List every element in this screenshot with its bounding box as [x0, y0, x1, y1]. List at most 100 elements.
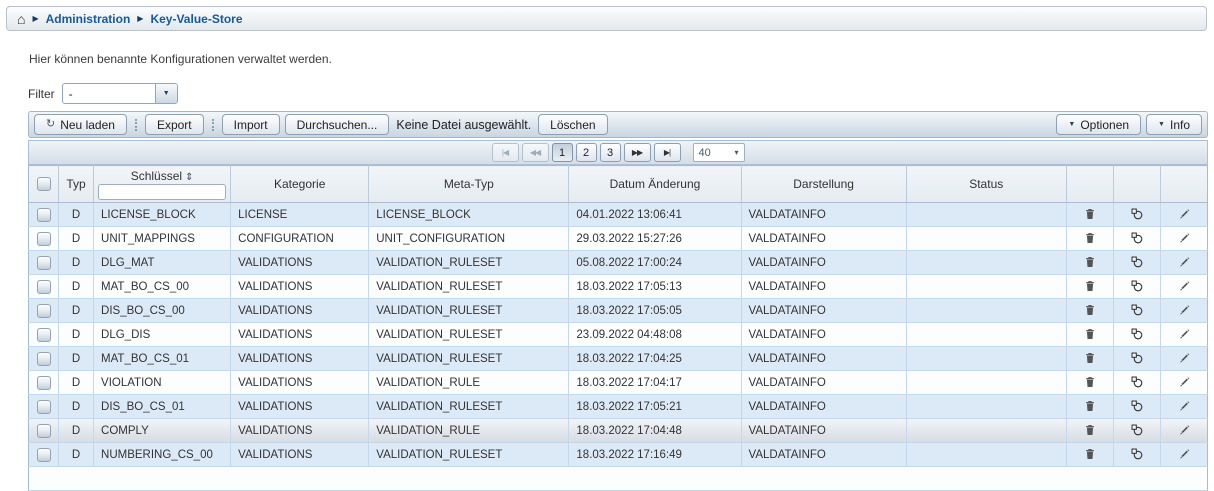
copy-icon[interactable]: [1130, 327, 1144, 341]
row-checkbox[interactable]: [37, 448, 51, 462]
row-checkbox[interactable]: [37, 304, 51, 318]
import-button[interactable]: Import: [222, 114, 280, 135]
edit-icon[interactable]: [1177, 375, 1191, 389]
edit-icon[interactable]: [1177, 447, 1191, 461]
page-button-2[interactable]: 2: [576, 143, 597, 162]
copy-icon[interactable]: [1130, 351, 1144, 365]
delete-icon[interactable]: [1083, 231, 1097, 245]
edit-action-cell: [1160, 203, 1207, 227]
breadcrumb-item-key-value-store[interactable]: Key-Value-Store: [150, 12, 242, 26]
row-checkbox[interactable]: [37, 400, 51, 414]
delete-icon[interactable]: [1083, 303, 1097, 317]
column-header-select-all: [29, 166, 59, 203]
home-icon[interactable]: ⌂: [17, 12, 25, 26]
table-row[interactable]: DCOMPLYVALIDATIONSVALIDATION_RULE18.03.2…: [29, 419, 1208, 443]
row-checkbox[interactable]: [37, 376, 51, 390]
row-checkbox[interactable]: [37, 208, 51, 222]
table-row[interactable]: DNUMBERING_CS_00VALIDATIONSVALIDATION_RU…: [29, 443, 1208, 467]
last-page-button[interactable]: ▶|: [654, 143, 681, 162]
copy-icon[interactable]: [1130, 255, 1144, 269]
export-button[interactable]: Export: [145, 114, 204, 135]
table-row[interactable]: DVIOLATIONVALIDATIONSVALIDATION_RULE18.0…: [29, 371, 1208, 395]
table-row[interactable]: DMAT_BO_CS_00VALIDATIONSVALIDATION_RULES…: [29, 275, 1208, 299]
page-button-1[interactable]: 1: [552, 143, 573, 162]
edit-icon[interactable]: [1177, 423, 1191, 437]
page-button-3[interactable]: 3: [600, 143, 621, 162]
copy-icon[interactable]: [1130, 423, 1144, 437]
reload-button[interactable]: ↻ Neu laden: [34, 114, 127, 135]
table-row[interactable]: DMAT_BO_CS_01VALIDATIONSVALIDATION_RULES…: [29, 347, 1208, 371]
copy-icon[interactable]: [1130, 231, 1144, 245]
table-row[interactable]: DDIS_BO_CS_00VALIDATIONSVALIDATION_RULES…: [29, 299, 1208, 323]
row-checkbox[interactable]: [37, 280, 51, 294]
delete-icon[interactable]: [1083, 375, 1097, 389]
delete-icon[interactable]: [1083, 399, 1097, 413]
browse-file-button[interactable]: Durchsuchen...: [285, 114, 390, 135]
delete-icon[interactable]: [1083, 447, 1097, 461]
delete-icon[interactable]: [1083, 207, 1097, 221]
edit-icon[interactable]: [1177, 279, 1191, 293]
row-checkbox[interactable]: [37, 328, 51, 342]
edit-icon[interactable]: [1177, 231, 1191, 245]
cell-typ: D: [59, 203, 94, 227]
breadcrumb-separator-icon: ▶: [137, 15, 143, 23]
delete-icon[interactable]: [1083, 279, 1097, 293]
delete-icon[interactable]: [1083, 255, 1097, 269]
copy-icon[interactable]: [1130, 303, 1144, 317]
info-menu-button[interactable]: ▼ Info: [1146, 114, 1202, 135]
table-row[interactable]: DUNIT_MAPPINGSCONFIGURATIONUNIT_CONFIGUR…: [29, 227, 1208, 251]
table-row[interactable]: DDLG_MATVALIDATIONSVALIDATION_RULESET05.…: [29, 251, 1208, 275]
edit-icon[interactable]: [1177, 303, 1191, 317]
cell-meta-typ: VALIDATION_RULE: [369, 419, 569, 443]
copy-icon[interactable]: [1130, 399, 1144, 413]
select-all-checkbox[interactable]: [37, 177, 51, 191]
cell-datum-aenderung: 23.09.2022 04:48:08: [569, 323, 741, 347]
delete-button[interactable]: Löschen: [538, 114, 607, 135]
row-checkbox[interactable]: [37, 352, 51, 366]
delete-action-cell: [1066, 251, 1113, 275]
edit-icon[interactable]: [1177, 255, 1191, 269]
copy-icon[interactable]: [1130, 207, 1144, 221]
cell-typ: D: [59, 443, 94, 467]
cell-meta-typ: LICENSE_BLOCK: [369, 203, 569, 227]
chevron-down-icon: ▼: [1158, 121, 1165, 128]
cell-datum-aenderung: 05.08.2022 17:00:24: [569, 251, 741, 275]
partial-row-cell: [29, 467, 1208, 491]
page-size-select[interactable]: 40 ▾: [693, 143, 745, 162]
breadcrumb-item-administration[interactable]: Administration: [46, 12, 131, 26]
pagination-bar: |◀ ◀◀ 1 2 3 ▶▶ ▶| 40 ▾: [28, 140, 1208, 165]
row-checkbox[interactable]: [37, 424, 51, 438]
copy-action-cell: [1113, 443, 1160, 467]
copy-icon[interactable]: [1130, 447, 1144, 461]
delete-icon[interactable]: [1083, 327, 1097, 341]
edit-icon[interactable]: [1177, 207, 1191, 221]
copy-action-cell: [1113, 347, 1160, 371]
first-page-button[interactable]: |◀: [492, 143, 519, 162]
toolbar: ↻ Neu laden Export Import Durchsuchen...…: [28, 111, 1208, 138]
fast-rewind-button[interactable]: ◀◀: [522, 143, 549, 162]
schluessel-filter-input[interactable]: [98, 184, 226, 200]
row-checkbox-cell: [29, 347, 59, 371]
fast-forward-button[interactable]: ▶▶: [624, 143, 651, 162]
table-row[interactable]: DDIS_BO_CS_01VALIDATIONSVALIDATION_RULES…: [29, 395, 1208, 419]
filter-select[interactable]: - ▼: [62, 83, 178, 104]
options-menu-button[interactable]: ▼ Optionen: [1056, 114, 1141, 135]
cell-meta-typ: VALIDATION_RULESET: [369, 443, 569, 467]
table-row[interactable]: DDLG_DISVALIDATIONSVALIDATION_RULESET23.…: [29, 323, 1208, 347]
column-header-schluessel[interactable]: Schlüssel⇕: [94, 166, 231, 203]
edit-icon[interactable]: [1177, 327, 1191, 341]
cell-schluessel: MAT_BO_CS_01: [94, 347, 231, 371]
edit-icon[interactable]: [1177, 399, 1191, 413]
delete-icon[interactable]: [1083, 351, 1097, 365]
copy-icon[interactable]: [1130, 375, 1144, 389]
copy-icon[interactable]: [1130, 279, 1144, 293]
row-checkbox-cell: [29, 275, 59, 299]
edit-icon[interactable]: [1177, 351, 1191, 365]
delete-icon[interactable]: [1083, 423, 1097, 437]
row-checkbox[interactable]: [37, 256, 51, 270]
table-row[interactable]: DLICENSE_BLOCKLICENSELICENSE_BLOCK04.01.…: [29, 203, 1208, 227]
sort-icon[interactable]: ⇕: [185, 172, 193, 183]
cell-typ: D: [59, 419, 94, 443]
row-checkbox[interactable]: [37, 232, 51, 246]
chevron-down-icon[interactable]: ▼: [155, 84, 177, 103]
